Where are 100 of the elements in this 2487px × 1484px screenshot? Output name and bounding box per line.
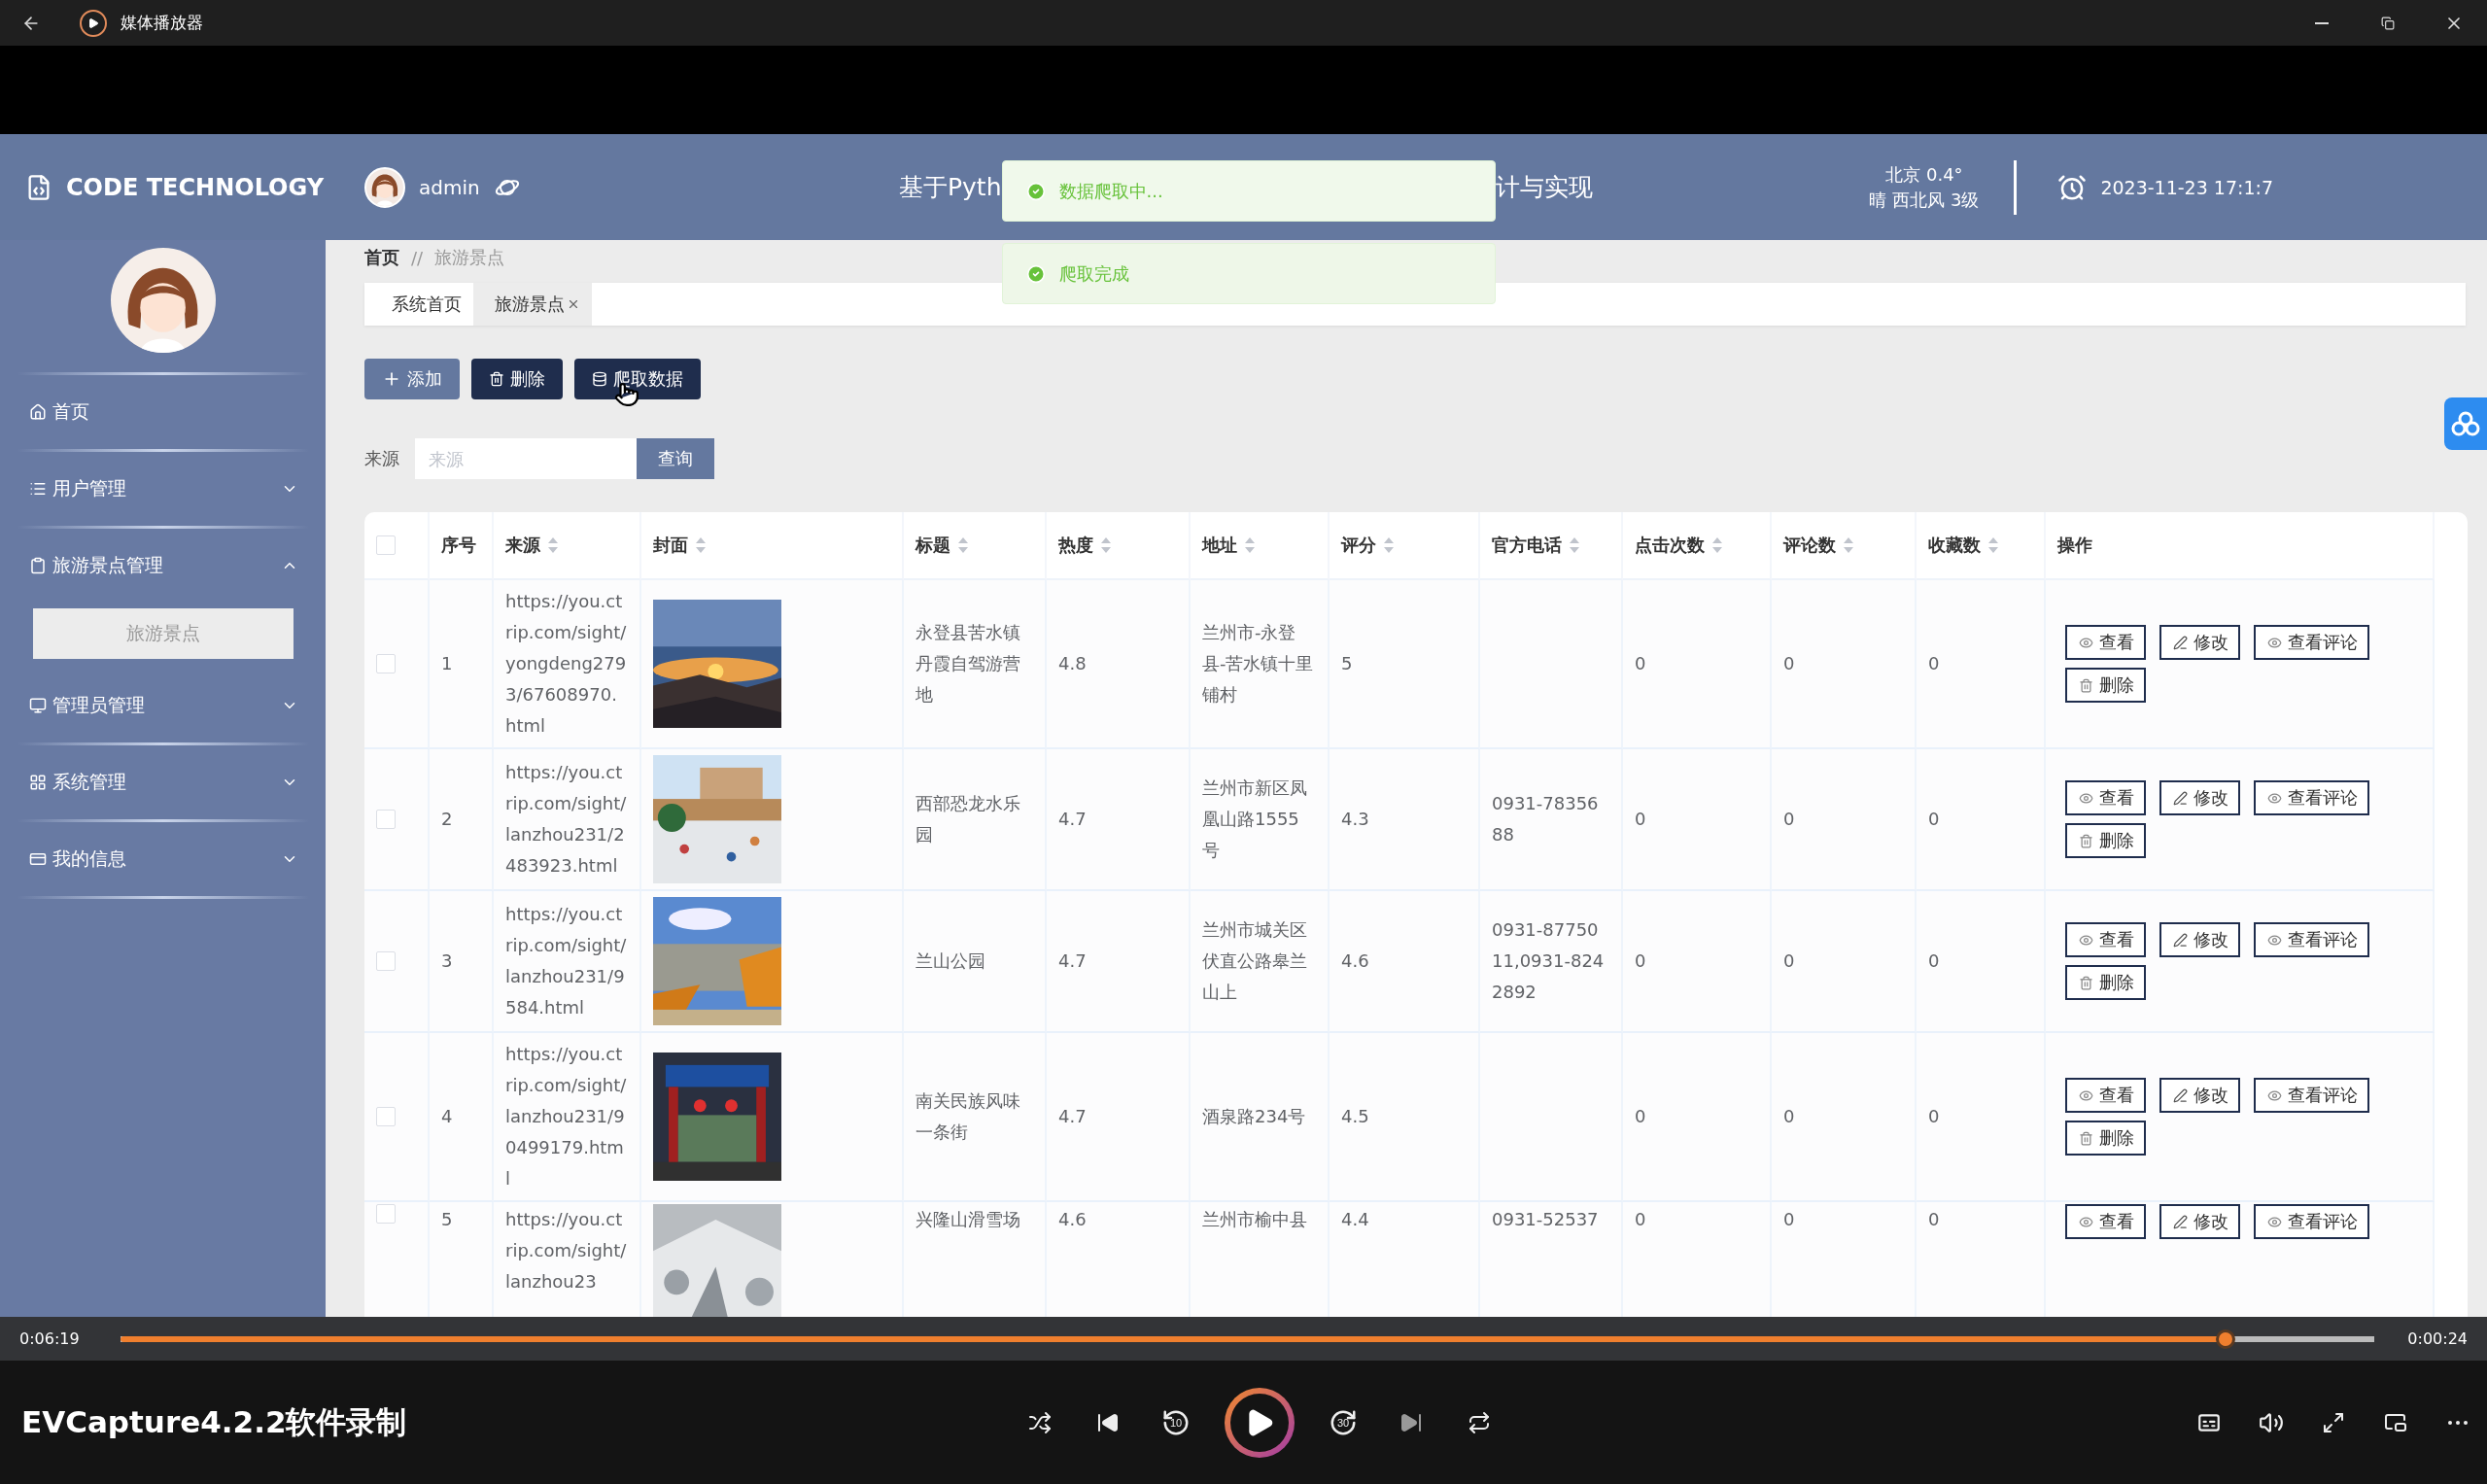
sort-icon[interactable] — [1245, 537, 1255, 553]
column-header: 封面 — [653, 534, 688, 557]
delete-button[interactable]: 删除 — [2065, 823, 2146, 858]
breadcrumb-separator: // — [411, 247, 424, 268]
grid-icon — [29, 774, 47, 791]
column-header: 点击次数 — [1635, 534, 1705, 557]
delete-button[interactable]: 删除 — [2065, 965, 2146, 1000]
column-header: 序号 — [441, 534, 476, 557]
table-cell-text: https://you.ctrip.com/sight/yongdeng2793/67608970.html — [505, 590, 628, 738]
check-icon — [1025, 263, 1046, 284]
edit-button[interactable]: 修改 — [2159, 625, 2240, 660]
table-cell-text: 0 — [1783, 652, 1795, 675]
edit-button[interactable]: 修改 — [2159, 1078, 2240, 1113]
menu-item[interactable]: 我的信息 — [0, 822, 326, 896]
table-cell-text: 4.8 — [1058, 652, 1087, 675]
menu-label: 旅游景点管理 — [52, 553, 164, 577]
menu-item[interactable]: 管理员管理 — [0, 669, 326, 742]
check-icon — [1025, 181, 1046, 201]
page-tab[interactable]: 系统首页 — [370, 283, 473, 326]
sort-icon[interactable] — [1101, 537, 1111, 553]
comments-button[interactable]: 查看评论 — [2254, 1204, 2369, 1239]
checkbox[interactable] — [376, 951, 396, 971]
checkbox[interactable] — [376, 1204, 396, 1224]
trash-icon — [2079, 677, 2093, 693]
sort-icon[interactable] — [696, 537, 706, 553]
source-field[interactable]: 来源 — [415, 438, 637, 479]
pen-icon — [2173, 790, 2188, 806]
app-title: 基于Pyth — [899, 172, 1002, 203]
checkbox[interactable] — [376, 535, 396, 555]
menu-label: 系统管理 — [52, 770, 127, 794]
table-cell-text: 兰州市城关区伏直公路皋兰山上 — [1202, 918, 1308, 1004]
view-button[interactable]: 查看 — [2065, 922, 2146, 957]
eye-icon — [2267, 790, 2282, 806]
column-header: 官方电话 — [1492, 534, 1562, 557]
rewind-button[interactable]: 10 — [1157, 1402, 1195, 1442]
table-cell-text: 南关民族风味一条街 — [915, 1089, 1021, 1144]
user-avatar[interactable] — [364, 166, 405, 208]
app-title: 计与实现 — [1495, 172, 1593, 203]
view-button[interactable]: 查看 — [2065, 625, 2146, 660]
page-tab[interactable]: 旅游景点 — [473, 283, 592, 326]
delete-button[interactable]: 删除 — [2065, 1121, 2146, 1156]
comments-button[interactable]: 查看评论 — [2254, 922, 2369, 957]
menu-item[interactable]: 首页 — [0, 375, 326, 449]
window-title: 媒体播放器 — [121, 12, 203, 34]
sort-icon[interactable] — [1570, 537, 1579, 553]
expand-icon — [2322, 1410, 2345, 1434]
menu-item[interactable]: 用户管理 — [0, 452, 326, 526]
view-button[interactable]: 查看 — [2065, 1078, 2146, 1113]
sort-icon[interactable] — [548, 537, 558, 553]
table-cell-text: 4.6 — [1058, 1208, 1087, 1231]
table-cell-text: 西部恐龙水乐园 — [915, 792, 1021, 846]
checkbox[interactable] — [376, 654, 396, 673]
delete-button[interactable]: 删除 — [471, 359, 563, 399]
table-cell-text: 0 — [1635, 1105, 1646, 1128]
sort-icon[interactable] — [1988, 537, 1998, 553]
eye-icon — [2079, 932, 2093, 948]
table-cell-text: 0931-52537 — [1492, 1208, 1599, 1231]
menu-item[interactable]: 系统管理 — [0, 745, 326, 819]
edit-button[interactable]: 修改 — [2159, 1204, 2240, 1239]
checkbox[interactable] — [376, 1107, 396, 1126]
view-button[interactable]: 查看 — [2065, 780, 2146, 815]
comments-button[interactable]: 查看评论 — [2254, 625, 2369, 660]
sort-icon[interactable] — [1712, 537, 1722, 553]
checkbox[interactable] — [376, 810, 396, 829]
table-cell-text: 3 — [441, 949, 453, 973]
table-cell-text: 4.4 — [1341, 1208, 1369, 1231]
sort-icon[interactable] — [958, 537, 968, 553]
add-button[interactable]: 添加 — [364, 359, 460, 399]
table-cell-text: https://you.ctrip.com/sight/lanzhou23 — [505, 1208, 628, 1294]
view-button[interactable]: 查看 — [2065, 1204, 2146, 1239]
eye-icon — [2079, 1087, 2093, 1103]
query-button[interactable]: 查询 — [637, 438, 714, 479]
repeat-icon — [1468, 1410, 1491, 1434]
edit-button[interactable]: 修改 — [2159, 922, 2240, 957]
forward-button[interactable]: 30 — [1324, 1402, 1363, 1442]
table-cell-text: 0 — [1783, 1208, 1795, 1231]
comments-button[interactable]: 查看评论 — [2254, 780, 2369, 815]
eye-icon — [2267, 932, 2282, 948]
cloud-button[interactable] — [2444, 397, 2487, 450]
crawl-button[interactable]: 爬取数据 — [574, 359, 701, 399]
table-cell-text: 2 — [441, 808, 453, 831]
breadcrumb-link[interactable]: 首页 — [364, 246, 399, 269]
table-cell-text: 0 — [1928, 652, 1940, 675]
table-cell-text: 0 — [1928, 949, 1940, 973]
menu-item[interactable]: 旅游景点管理 — [0, 529, 326, 603]
eye-icon — [2079, 790, 2093, 806]
delete-button[interactable]: 删除 — [2065, 668, 2146, 703]
column-header: 热度 — [1058, 534, 1093, 557]
table-cell-text: 4.7 — [1058, 949, 1087, 973]
comments-button[interactable]: 查看评论 — [2254, 1078, 2369, 1113]
progress-thumb[interactable] — [2216, 1329, 2236, 1349]
forward-seconds: 30 — [1336, 1416, 1350, 1429]
edit-button[interactable]: 修改 — [2159, 780, 2240, 815]
sort-icon[interactable] — [1384, 537, 1394, 553]
eye-icon — [2267, 635, 2282, 650]
more-icon — [2448, 1420, 2468, 1425]
sort-icon[interactable] — [1844, 537, 1853, 553]
minimize-icon — [2315, 21, 2329, 24]
close-icon[interactable] — [567, 297, 580, 311]
table-cell-text: 4 — [441, 1105, 453, 1128]
